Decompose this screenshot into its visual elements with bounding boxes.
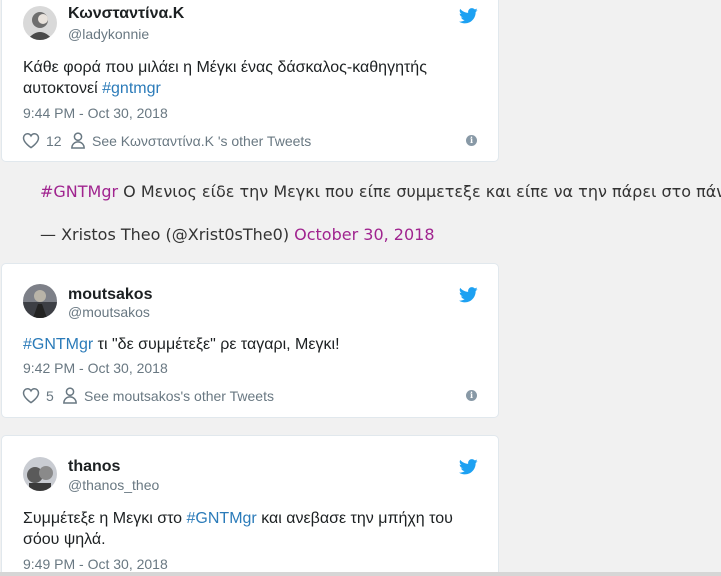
author-handle[interactable]: @moutsakos [68, 304, 150, 320]
tweet-card: thanos @thanos_theo Συμμέτεξε η Μεγκι στ… [1, 435, 499, 576]
avatar[interactable] [23, 284, 57, 318]
author-handle[interactable]: @thanos_theo [68, 477, 159, 493]
blockquote-text: #GNTMgr Ο Μενιος είδε την Μεγκι που είπε… [40, 182, 721, 201]
author-handle[interactable]: @ladykonnie [68, 26, 149, 42]
tweet-text-fragment: Συμμέτεξε η Μεγκι στο [23, 510, 187, 527]
tweet-text: #GNTMgr τι "δε συμμέτεξε" ρε ταγαρι, Μεγ… [23, 334, 463, 355]
hashtag-link[interactable]: #gntmgr [102, 80, 161, 97]
tweet-card: moutsakos @moutsakos #GNTMgr τι "δε συμμ… [1, 263, 499, 418]
tweet-text-line: Κάθε φορά που μιλάει η Μέγκι ένας δάσκαλ… [23, 59, 427, 76]
tweet-card: Κωνσταντίνα.Κ @ladykonnie Κάθε φορά που … [1, 0, 499, 162]
tweet-text-line: σόου ψηλά. [23, 531, 106, 548]
other-tweets-link[interactable]: See moutsakos's other Tweets [84, 388, 274, 404]
tweet-actions: 5 See moutsakos's other Tweets [22, 386, 322, 406]
heart-icon[interactable] [22, 387, 40, 404]
tweet-timestamp[interactable]: 9:44 PM - Oct 30, 2018 [23, 105, 168, 121]
twitter-bird-icon[interactable] [459, 459, 478, 475]
twitter-bird-icon[interactable] [459, 287, 478, 303]
twitter-bird-icon[interactable] [459, 8, 478, 24]
tweet-text-line: αυτοκτονεί #gntmgr [23, 78, 463, 99]
blockquote-date-link[interactable]: October 30, 2018 [294, 225, 434, 244]
tweet-text-fragment: και ανεβασε την μπήχη του [256, 510, 453, 527]
blockquote-attribution: — Xristos Theo (@Xrist0sThe0) October 30… [40, 225, 435, 244]
tweet-timestamp[interactable]: 9:49 PM - Oct 30, 2018 [23, 556, 168, 572]
horizontal-scrollbar[interactable] [0, 572, 721, 576]
info-icon[interactable]: i [466, 135, 477, 146]
hashtag-link[interactable]: #GNTMgr [23, 336, 93, 353]
tweet-text-line: Συμμέτεξε η Μεγκι στο #GNTMgr και ανεβασ… [23, 508, 463, 529]
tweet-text: Κάθε φορά που μιλάει η Μέγκι ένας δάσκαλ… [23, 57, 463, 99]
blockquote-body: Ο Μενιος είδε την Μεγκι που είπε συμμετε… [118, 182, 721, 201]
tweet-text-fragment: αυτοκτονεί [23, 80, 103, 97]
person-icon[interactable] [62, 387, 78, 404]
author-name[interactable]: moutsakos [68, 286, 152, 304]
avatar[interactable] [23, 6, 57, 40]
avatar[interactable] [23, 457, 57, 491]
hashtag-link[interactable]: #GNTMgr [187, 510, 257, 527]
like-count[interactable]: 12 [46, 133, 62, 149]
other-tweets-link[interactable]: See Κωνσταντίνα.Κ 's other Tweets [92, 133, 311, 149]
like-count[interactable]: 5 [46, 388, 54, 404]
heart-icon[interactable] [22, 132, 40, 149]
author-name[interactable]: thanos [68, 458, 120, 476]
blockquote-author: — Xristos Theo (@Xrist0sThe0) [40, 225, 295, 244]
author-name[interactable]: Κωνσταντίνα.Κ [68, 5, 184, 23]
tweet-actions: 12 See Κωνσταντίνα.Κ 's other Tweets [22, 131, 322, 151]
tweet-text: Συμμέτεξε η Μεγκι στο #GNTMgr και ανεβασ… [23, 508, 463, 550]
person-icon[interactable] [70, 132, 86, 149]
tweet-timestamp[interactable]: 9:42 PM - Oct 30, 2018 [23, 360, 168, 376]
tweet-text-fragment: τι "δε συμμέτεξε" ρε ταγαρι, Μεγκι! [93, 336, 340, 353]
hashtag-link[interactable]: #GNTMgr [40, 182, 118, 201]
info-icon[interactable]: i [466, 390, 477, 401]
